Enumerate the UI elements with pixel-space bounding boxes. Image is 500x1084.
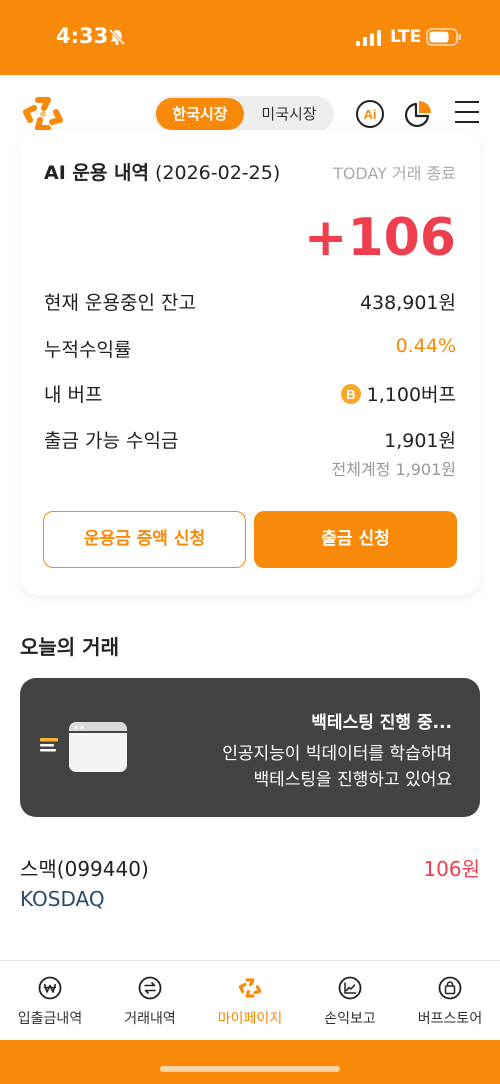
banner-title: 백테스팅 진행 중... — [311, 713, 452, 733]
status-time: 4:33 — [56, 24, 109, 48]
home-indicator[interactable] — [160, 1066, 340, 1072]
home-bar-area — [0, 1040, 500, 1084]
nav-buff-store[interactable]: 버프스토어 — [400, 961, 500, 1041]
exchange-icon — [138, 976, 162, 1000]
pie-chart-icon[interactable] — [403, 99, 433, 129]
withdrawable-label: 출금 가능 수익금 — [44, 430, 179, 452]
card-title: AI 운용 내역 (2026-02-25) — [44, 158, 280, 185]
banner-line-1: 인공지능이 빅데이터를 학습하며 — [222, 744, 452, 764]
increase-funds-button[interactable]: 운용금 증액 신청 — [43, 511, 246, 568]
buff-label: 내 버프 — [44, 384, 103, 406]
shopping-bag-icon — [438, 976, 462, 1000]
nav-deposit-history[interactable]: 입출금내역 — [0, 961, 100, 1041]
ai-icon-text: Ai — [364, 107, 377, 122]
chart-icon — [338, 976, 362, 1000]
return-rate-value: 0.44% — [395, 335, 456, 357]
balance-label: 현재 운용중인 잔고 — [44, 292, 196, 314]
card-title-label: AI 운용 내역 — [44, 162, 149, 184]
tab-us-market[interactable]: 미국시장 — [248, 98, 330, 130]
buff-value: 1,100버프 — [366, 384, 456, 406]
tab-korea-market[interactable]: 한국시장 — [156, 98, 244, 130]
banner-line-2: 백테스팅을 진행하고 있어요 — [253, 770, 453, 790]
hamburger-menu-icon[interactable] — [454, 100, 480, 124]
withdrawable-value: 1,901원 — [384, 430, 456, 452]
nav-mypage[interactable]: 마이페이지 — [200, 961, 300, 1041]
brand-logo-icon[interactable] — [22, 94, 64, 134]
today-profit: +106 — [303, 208, 456, 268]
total-account-value: 전체계정 1,901원 — [331, 460, 457, 479]
network-label: LTE — [390, 27, 422, 47]
nav-trade-history[interactable]: 거래내역 — [100, 961, 200, 1041]
stock-market: KOSDAQ — [20, 887, 105, 911]
stock-profit: 106원 — [423, 857, 480, 881]
won-coin-icon — [38, 976, 62, 1000]
status-bar: 4:33 LTE — [0, 0, 500, 75]
bottom-nav: 입출금내역 거래내역 마이페이지 손익보고 버프스토어 — [0, 960, 500, 1040]
nav-label: 손익보고 — [324, 1011, 376, 1027]
battery-icon — [426, 28, 461, 46]
section-title-today-trades: 오늘의 거래 — [20, 635, 119, 659]
brand-logo-icon — [238, 978, 262, 998]
stock-name[interactable]: 스맥(099440) — [20, 853, 149, 882]
ai-icon[interactable]: Ai — [355, 99, 385, 129]
signal-icon — [356, 30, 381, 46]
withdraw-button[interactable]: 출금 신청 — [254, 511, 457, 568]
nav-profit-report[interactable]: 손익보고 — [300, 961, 400, 1041]
market-toggle: 한국시장 미국시장 — [154, 96, 334, 132]
balance-value: 438,901원 — [359, 292, 456, 314]
today-status: TODAY 거래 종료 — [333, 164, 456, 183]
bell-muted-icon — [108, 28, 126, 46]
buff-coin-icon: B — [340, 384, 361, 404]
nav-label: 입출금내역 — [17, 1011, 83, 1027]
browser-window-icon — [40, 722, 127, 772]
card-title-date: (2026-02-25) — [154, 162, 281, 184]
ai-operation-card: AI 운용 내역 (2026-02-25) TODAY 거래 종료 +106 현… — [20, 130, 480, 595]
nav-label: 마이페이지 — [217, 1011, 283, 1027]
buff-value-wrap: B 1,100버프 — [340, 380, 456, 407]
return-rate-label: 누적수익률 — [44, 339, 132, 361]
svg-text:B: B — [346, 387, 355, 402]
backtest-banner: 백테스팅 진행 중... 인공지능이 빅데이터를 학습하며 백테스팅을 진행하고… — [20, 678, 480, 817]
nav-label: 버프스토어 — [417, 1011, 483, 1027]
nav-label: 거래내역 — [124, 1011, 176, 1027]
